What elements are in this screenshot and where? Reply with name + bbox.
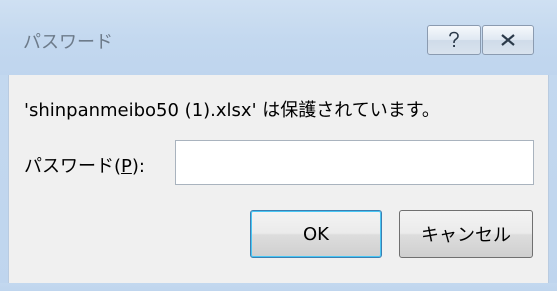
ok-button[interactable]: OK xyxy=(250,210,382,258)
cancel-button[interactable]: キャンセル xyxy=(399,210,533,258)
password-label: パスワード(P): xyxy=(24,152,145,178)
help-button[interactable] xyxy=(427,25,481,55)
password-label-prefix: パスワード( xyxy=(24,156,122,177)
protection-message: 'shinpanmeibo50 (1).xlsx' は保護されています。 xyxy=(24,100,440,121)
title-bar[interactable]: パスワード xyxy=(0,0,557,76)
close-button[interactable] xyxy=(482,25,534,55)
window-frame-bottom xyxy=(0,283,557,291)
close-x-icon xyxy=(500,34,516,46)
window-frame-left xyxy=(0,75,8,291)
password-dialog: パスワード 'shinpanmeibo50 (1).xlsx' は保護されていま… xyxy=(0,0,557,291)
password-input[interactable] xyxy=(175,140,534,185)
dialog-title: パスワード xyxy=(23,32,113,53)
window-frame-right xyxy=(549,75,557,291)
question-mark-icon xyxy=(447,31,461,49)
password-label-mnemonic: P xyxy=(121,156,132,177)
password-label-suffix: ): xyxy=(131,156,145,177)
